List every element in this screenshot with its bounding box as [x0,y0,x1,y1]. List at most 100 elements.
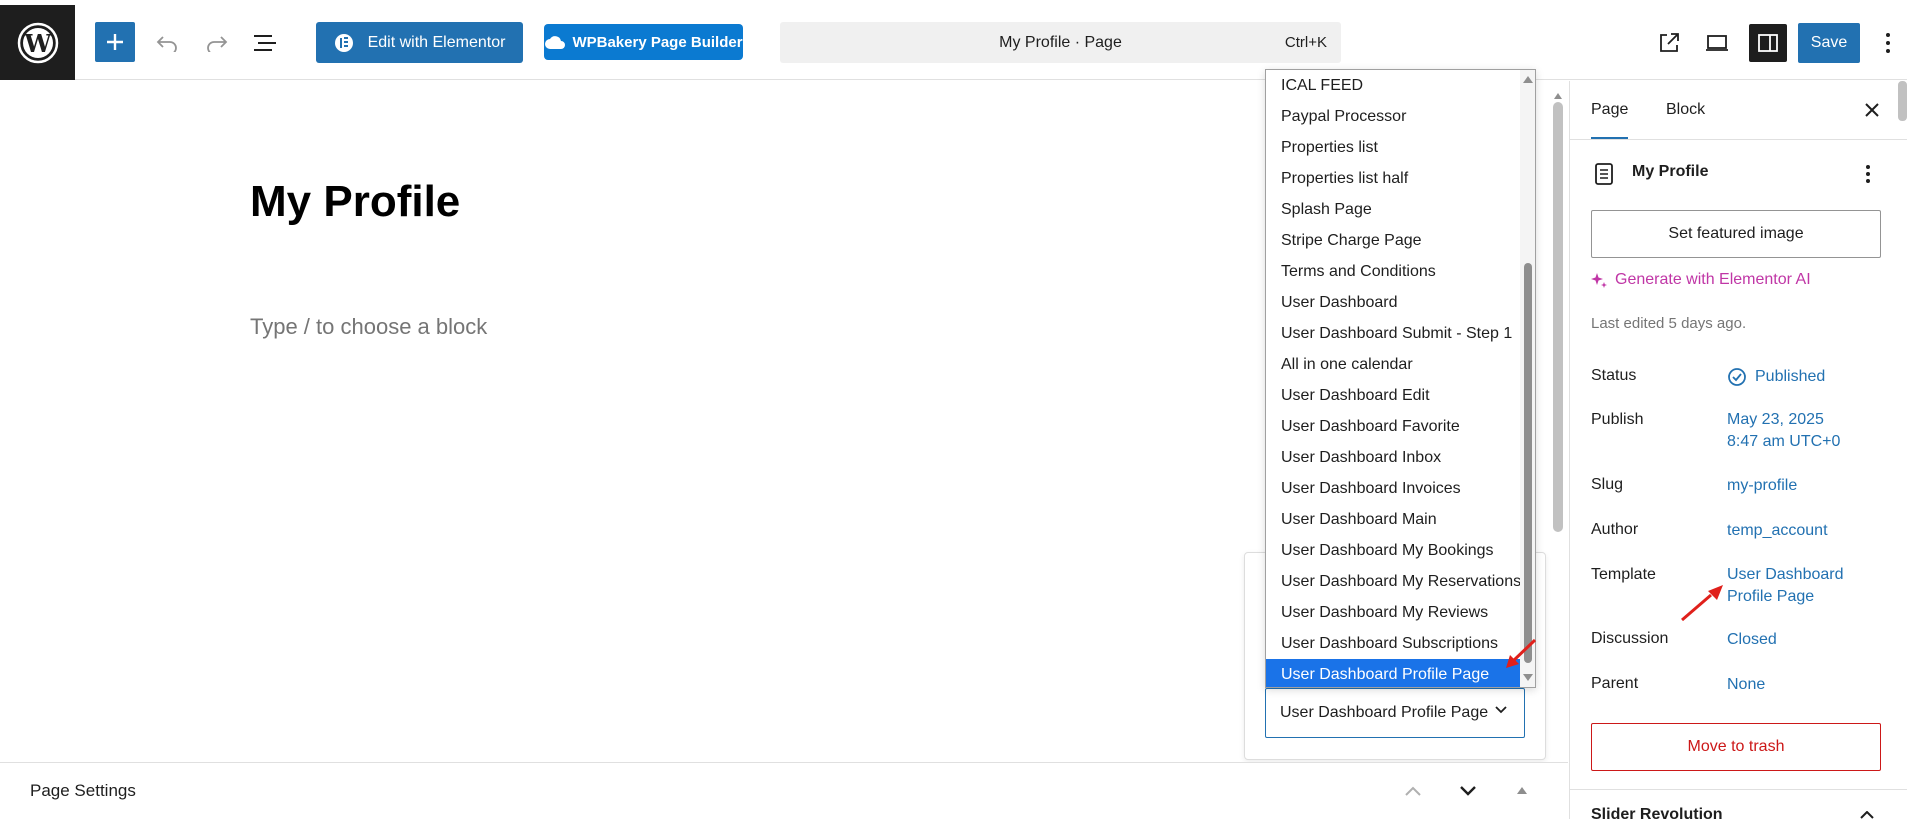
section-divider [1570,789,1907,790]
tab-divider [1570,139,1907,140]
canvas-scrollbar[interactable] [1553,92,1563,552]
command-palette-bar[interactable]: My Profile · Page Ctrl+K [780,22,1341,63]
discussion-value[interactable]: Closed [1727,629,1777,651]
save-button-label: Save [1810,34,1848,51]
add-block-button[interactable] [95,22,135,62]
wpbakery-page-builder-button[interactable]: WPBakery Page Builder [544,24,743,60]
wordpress-logo-button[interactable]: W [0,5,75,80]
undo-button[interactable] [152,28,182,58]
redo-icon [207,36,228,52]
template-option[interactable]: Splash Page [1266,194,1520,225]
slug-value[interactable]: my-profile [1727,475,1797,497]
status-value-button[interactable]: Published [1727,366,1825,388]
template-label: Template [1591,566,1656,583]
more-vertical-icon[interactable] [1865,164,1871,184]
template-option[interactable]: User Dashboard Edit [1266,380,1520,411]
page-title[interactable]: My Profile [250,177,460,227]
dropdown-scrollbar[interactable] [1520,70,1535,687]
move-to-trash-button[interactable]: Move to trash [1591,723,1881,771]
collapse-arrow-icon[interactable] [1516,786,1528,795]
publish-date-button[interactable]: May 23, 2025 8:47 am UTC+0 [1727,409,1840,453]
template-option-selected[interactable]: User Dashboard Profile Page [1266,659,1520,687]
template-option[interactable]: User Dashboard [1266,287,1520,318]
featured-image-label: Set featured image [1668,225,1804,242]
block-placeholder[interactable]: Type / to choose a block [250,314,487,340]
ai-link-label: Generate with Elementor AI [1615,271,1811,288]
template-value-line2: Profile Page [1727,588,1815,605]
options-menu-button[interactable] [1878,28,1898,58]
set-featured-image-button[interactable]: Set featured image [1591,210,1881,258]
last-edited-text: Last edited 5 days ago. [1591,315,1747,332]
chevron-up-icon[interactable] [1860,811,1874,819]
parent-label: Parent [1591,675,1639,692]
status-label: Status [1591,367,1637,384]
command-shortcut: Ctrl+K [1284,34,1327,51]
publish-date: May 23, 2025 [1727,411,1824,428]
template-option[interactable]: Paypal Processor [1266,101,1520,132]
page-settings-title[interactable]: Page Settings [30,781,136,801]
chevron-down-icon[interactable] [1459,785,1477,797]
status-value: Published [1755,368,1826,385]
generate-ai-link[interactable]: Generate with Elementor AI [1591,271,1811,289]
template-option[interactable]: User Dashboard My Reservations [1266,566,1521,597]
template-option[interactable]: User Dashboard Subscriptions [1266,628,1520,659]
published-check-icon [1728,368,1746,386]
scroll-up-arrow-icon [1554,93,1562,99]
template-option[interactable]: Properties list [1266,132,1520,163]
template-option[interactable]: User Dashboard Favorite [1266,411,1520,442]
template-option[interactable]: Properties list half [1266,163,1520,194]
template-option[interactable]: All in one calendar [1266,349,1520,380]
canvas-scrollbar-thumb[interactable] [1553,102,1563,532]
discussion-label: Discussion [1591,630,1669,647]
list-view-icon [254,35,276,51]
settings-sidebar-toggle[interactable] [1749,24,1787,62]
tab-block[interactable]: Block [1666,81,1705,139]
template-option[interactable]: User Dashboard My Bookings [1266,535,1520,566]
sidebar-scrollbar[interactable] [1898,81,1907,121]
parent-value[interactable]: None [1727,674,1765,696]
page-settings-panel: Page Settings [0,762,1568,819]
elementor-button-label: Edit with Elementor [367,33,506,51]
document-title-label: My Profile · Page [999,33,1122,51]
template-option[interactable]: User Dashboard Submit - Step 1 [1266,318,1520,349]
close-icon[interactable] [1860,98,1884,122]
author-label: Author [1591,521,1639,538]
view-page-button[interactable] [1654,28,1684,58]
template-value-button[interactable]: User Dashboard Profile Page [1727,564,1844,608]
template-option[interactable]: User Dashboard Main [1266,504,1520,535]
chevron-down-icon [1495,706,1507,714]
wpbakery-button-label: WPBakery Page Builder [572,33,743,51]
slider-revolution-section[interactable]: Slider Revolution [1591,806,1723,824]
save-button[interactable]: Save [1798,23,1860,63]
page-icon [1595,163,1613,185]
template-option[interactable]: User Dashboard My Reviews [1266,597,1520,628]
preview-device-button[interactable] [1702,28,1732,58]
scroll-up-arrow-icon[interactable] [1523,76,1533,83]
author-value[interactable]: temp_account [1727,520,1828,542]
template-option[interactable]: ICAL FEED [1266,70,1520,101]
redo-button[interactable] [202,28,232,58]
elementor-icon [334,33,353,52]
publish-time: 8:47 am UTC+0 [1727,433,1841,450]
template-option[interactable]: User Dashboard Invoices [1266,473,1520,504]
slug-label: Slug [1591,476,1624,493]
plus-icon [107,34,123,50]
template-option[interactable]: Stripe Charge Page [1266,225,1520,256]
svg-text:W: W [23,29,52,58]
chevron-up-icon[interactable] [1404,785,1422,797]
template-select[interactable]: User Dashboard Profile Page [1265,688,1525,738]
scroll-down-arrow-icon[interactable] [1523,674,1533,681]
settings-sidebar: Page Block My Profile Set featured image… [1569,81,1907,823]
dropdown-scrollbar-thumb[interactable] [1524,263,1532,663]
annotation-arrow-icon [1506,638,1537,668]
template-option[interactable]: User Dashboard Inbox [1266,442,1520,473]
document-overview-button[interactable] [250,28,280,58]
edit-with-elementor-button[interactable]: Edit with Elementor [316,22,523,63]
template-dropdown-list[interactable]: ICAL FEED Paypal Processor Properties li… [1265,69,1536,688]
wordpress-icon: W [17,22,58,63]
sparkle-icon [1591,273,1607,288]
trash-button-label: Move to trash [1687,738,1785,755]
tab-page[interactable]: Page [1591,81,1629,139]
template-option[interactable]: Terms and Conditions [1266,256,1520,287]
desktop-icon [1706,35,1728,51]
